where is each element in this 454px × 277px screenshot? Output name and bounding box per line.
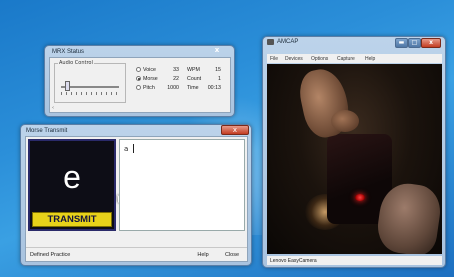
window-title: MRX Status	[52, 49, 85, 55]
menu-capture[interactable]: Capture	[337, 56, 355, 62]
amcap-window: AMCAP ▬ □ x File Devices Options Capture…	[262, 36, 446, 268]
camera-preview	[267, 64, 442, 254]
morse-transmit-window: Morse Transmit x e TRANSMIT a Defined Pr…	[20, 124, 252, 266]
volume-slider-thumb[interactable]	[65, 81, 70, 91]
letter-display: e TRANSMIT	[28, 139, 116, 231]
menu-bar: File Devices Options Capture Help	[267, 54, 442, 63]
stat-value: 15	[215, 67, 221, 73]
stat-value: 00:13	[207, 85, 221, 91]
mode-label: Morse	[143, 76, 158, 82]
mode-row-voice: Voice 33 WPM 15	[136, 67, 221, 73]
close-button[interactable]: x	[203, 46, 231, 56]
mode-label: Voice	[143, 67, 156, 73]
mode-value: 1000	[167, 85, 179, 91]
close-button[interactable]: x	[221, 125, 249, 135]
radio-pitch[interactable]	[136, 85, 141, 91]
status-text: Defined Practice	[30, 252, 71, 258]
slider-ticks	[61, 92, 119, 95]
group-label: Audio Control	[58, 60, 94, 66]
stat-label: Time	[187, 85, 199, 91]
red-led	[355, 194, 365, 201]
transmit-text-area[interactable]: a	[119, 139, 245, 231]
menu-devices[interactable]: Devices	[285, 56, 303, 62]
stat-label: WPM	[187, 67, 200, 73]
transmit-button[interactable]: TRANSMIT	[32, 212, 112, 227]
close-text-button[interactable]: Close	[222, 251, 242, 260]
status-bar: Defined Practice Help Close	[26, 247, 247, 261]
hand-image	[331, 110, 359, 132]
close-button[interactable]: x	[421, 38, 441, 48]
mrx-status-window: MRX Status x Audio Control ‹ Voice 33 WPM 1…	[44, 45, 235, 117]
maximize-button[interactable]: □	[408, 38, 421, 48]
minimize-button[interactable]: ▬	[395, 38, 408, 48]
menu-options[interactable]: Options	[311, 56, 328, 62]
radio-voice[interactable]	[136, 67, 141, 73]
menu-file[interactable]: File	[270, 56, 278, 62]
help-button[interactable]: Help	[194, 251, 212, 260]
menu-help[interactable]: Help	[365, 56, 375, 62]
mode-label: Pitch	[143, 85, 155, 91]
current-letter: e	[63, 159, 81, 195]
scroll-left-icon[interactable]: ‹	[52, 105, 54, 111]
horizontal-scrollbar[interactable]: ‹	[52, 105, 228, 111]
mode-row-pitch: Pitch 1000 Time 00:13	[136, 85, 221, 91]
mrx-status-client: Audio Control ‹ Voice 33 WPM 15 Morse 22 Coun…	[49, 57, 231, 113]
text-caret	[133, 144, 134, 153]
stat-value: 1	[218, 76, 221, 82]
audio-control-group: Audio Control	[54, 60, 126, 103]
typed-text: a	[124, 145, 129, 153]
mode-value: 22	[173, 76, 179, 82]
radio-morse[interactable]	[136, 76, 141, 82]
mode-row-morse: Morse 22 Count 1	[136, 76, 221, 82]
camera-name: Lenovo EasyCamera	[270, 258, 317, 264]
window-controls: ▬ □ x	[395, 38, 443, 48]
stat-label: Count	[187, 76, 202, 82]
morse-transmit-client: e TRANSMIT a Defined Practice Help Close	[25, 136, 248, 262]
camera-icon	[267, 39, 274, 45]
status-bar: Lenovo EasyCamera	[267, 256, 442, 265]
window-title: AMCAP	[277, 39, 299, 45]
window-title: Morse Transmit	[26, 128, 68, 134]
mode-value: 33	[173, 67, 179, 73]
